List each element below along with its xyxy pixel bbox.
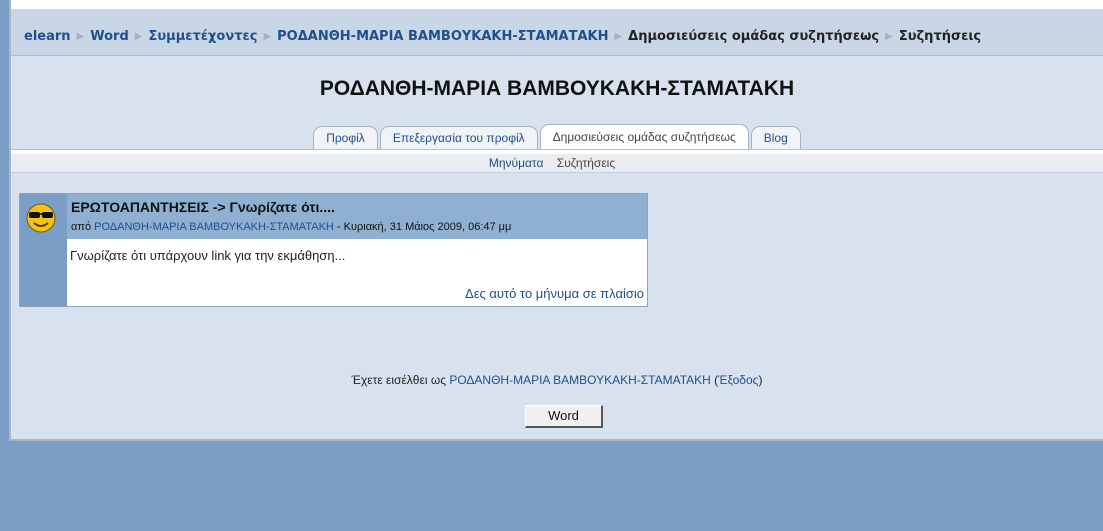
tab-edit-profile[interactable]: Επεξεργασία του προφίλ: [379, 126, 538, 149]
page-title: ΡΟΔΑΝΘΗ-ΜΑΡΙΑ ΒΑΜΒΟΥΚΑΚΗ-ΣΤΑΜΑΤΑΚΗ: [319, 77, 795, 100]
view-post-in-context-link[interactable]: Δες αυτό το μήνυμα σε πλαίσιο: [465, 286, 644, 301]
breadcrumb-separator-icon: ▶: [263, 31, 272, 42]
breadcrumb-user[interactable]: ΡΟΔΑΝΘΗ-ΜΑΡΙΑ ΒΑΜΒΟΥΚΑΚΗ-ΣΤΑΜΑΤΑΚΗ: [277, 29, 608, 44]
post-left-column: [20, 194, 67, 306]
tab-profile[interactable]: Προφίλ: [313, 126, 378, 149]
subtab-discussions: Συζητήσεις: [556, 156, 616, 170]
page-container: elearn ▶ Word ▶ Συμμετέχοντες ▶ ΡΟΔΑΝΘΗ-ΜΑΡΙΑ …: [9, 0, 1103, 441]
login-info: Έχετε εισέλθει ως ΡΟΔΑΝΘΗ-ΜΑΡΙΑ ΒΑΜΒΟΥΚΑ…: [11, 373, 1103, 387]
post-author-line: από ΡΟΔΑΝΘΗ-ΜΑΡΙΑ ΒΑΜΒΟΥΚΑΚΗ-ΣΤΑΜΑΤΑΚΗ -…: [71, 221, 511, 233]
breadcrumb-separator-icon: ▶: [134, 31, 143, 42]
breadcrumb-posts: Δημοσιεύσεις ομάδας συζητήσεως: [628, 29, 880, 44]
breadcrumb-separator-icon: ▶: [885, 31, 893, 42]
logout-close-paren: ): [758, 373, 763, 387]
tab-blog[interactable]: Blog: [750, 126, 801, 149]
breadcrumb-participants[interactable]: Συμμετέχοντες: [148, 29, 257, 44]
tab-forum-posts[interactable]: Δημοσιεύσεις ομάδας συζητήσεως: [539, 124, 749, 149]
post-subject: ΕΡΩΤΟΑΠΑΝΤΗΣΕΙΣ -> Γνωρίζατε ότι....: [71, 199, 335, 215]
breadcrumb-word[interactable]: Word: [90, 29, 129, 44]
post-by-label: από: [71, 221, 92, 233]
breadcrumb-separator-icon: ▶: [76, 31, 85, 42]
post-date: - Κυριακή, 31 Μάιος 2009, 06:47 μμ: [333, 221, 512, 233]
forum-post: ΕΡΩΤΟΑΠΑΝΤΗΣΕΙΣ -> Γνωρίζατε ότι.... από…: [19, 193, 648, 307]
breadcrumb-elearn[interactable]: elearn: [24, 29, 71, 44]
post-body: Γνωρίζατε ότι υπάρχουν link για την εκμά…: [70, 248, 346, 263]
post-author-link[interactable]: ΡΟΔΑΝΘΗ-ΜΑΡΙΑ ΒΑΜΒΟΥΚΑΚΗ-ΣΤΑΜΑΤΑΚΗ: [94, 221, 334, 233]
course-home-button[interactable]: Word: [525, 405, 603, 428]
navbar: elearn ▶ Word ▶ Συμμετέχοντες ▶ ΡΟΔΑΝΘΗ-ΜΑΡΙΑ …: [11, 9, 1103, 56]
logout-link[interactable]: Έξοδος: [718, 373, 758, 387]
breadcrumb-separator-icon: ▶: [614, 31, 623, 42]
sunglasses-smiley-icon: [26, 203, 56, 233]
subtab-row: Μηνύματα Συζητήσεις: [11, 154, 1103, 173]
breadcrumb: elearn ▶ Word ▶ Συμμετέχοντες ▶ ΡΟΔΑΝΘΗ-ΜΑΡΙΑ …: [24, 29, 981, 44]
login-user-link[interactable]: ΡΟΔΑΝΘΗ-ΜΑΡΙΑ ΒΑΜΒΟΥΚΑΚΗ-ΣΤΑΜΑΤΑΚΗ: [449, 373, 711, 387]
login-prefix: Έχετε εισέλθει ως: [351, 373, 446, 387]
subtab-messages[interactable]: Μηνύματα: [489, 156, 544, 170]
tab-row: Προφίλ Επεξεργασία του προφίλ Δημοσιεύσεις…: [11, 124, 1103, 150]
breadcrumb-discussions: Συζητήσεις: [898, 29, 982, 44]
post-header: ΕΡΩΤΟΑΠΑΝΤΗΣΕΙΣ -> Γνωρίζατε ότι.... από…: [67, 194, 647, 239]
